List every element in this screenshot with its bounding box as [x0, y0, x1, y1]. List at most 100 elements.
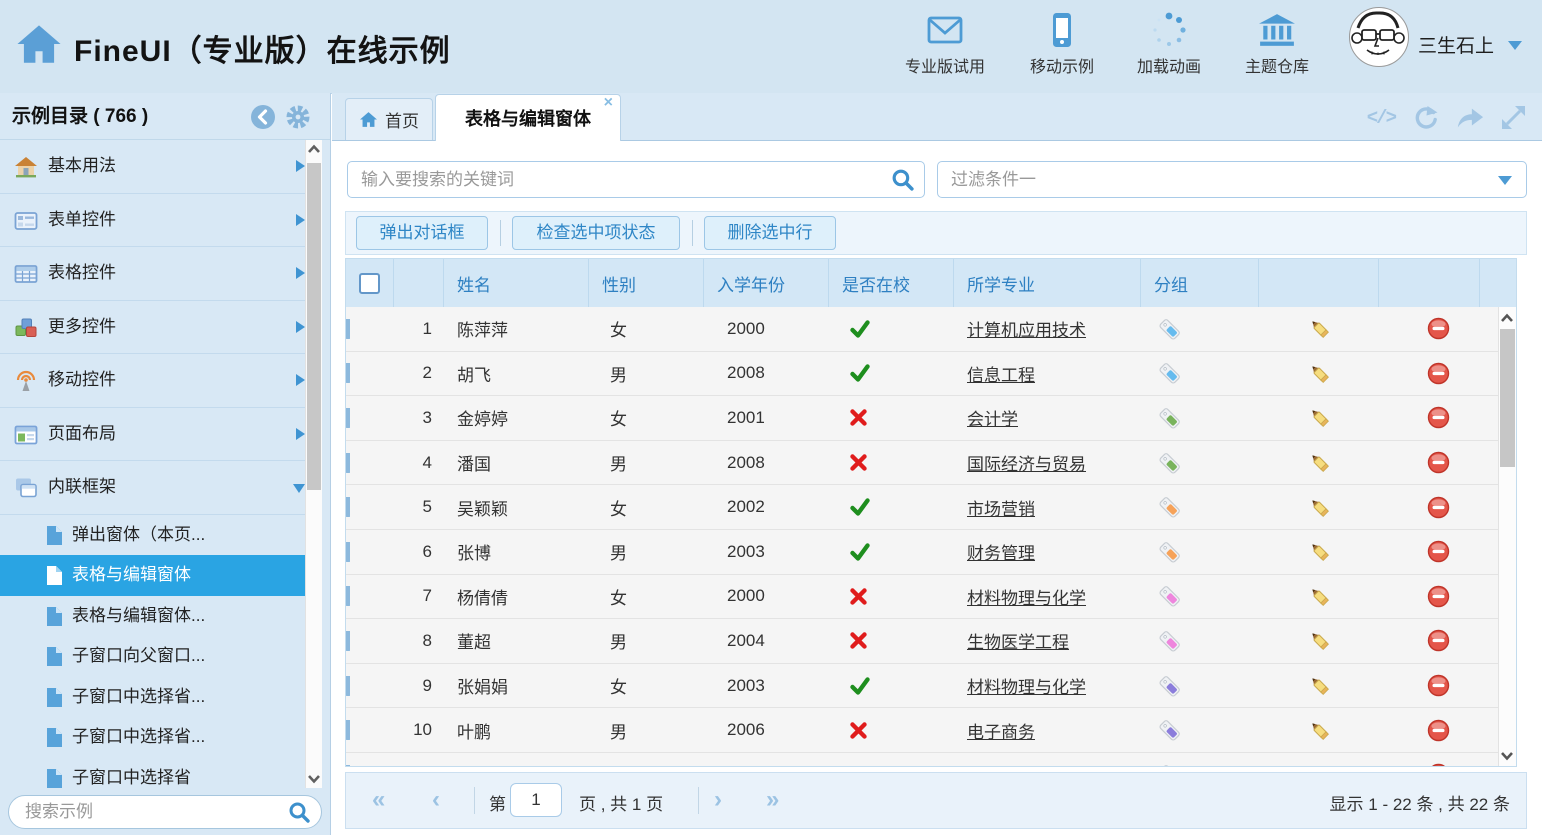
delete-icon[interactable]	[1427, 674, 1450, 697]
tab-home[interactable]: 首页	[345, 98, 433, 140]
table-row[interactable]: 3 金婷婷 女 2001 会计学	[346, 396, 1498, 441]
prev-page-button[interactable]: ‹	[432, 786, 440, 814]
sidebar-search-input[interactable]	[8, 795, 322, 829]
row-checkbox[interactable]	[346, 676, 350, 696]
major-link[interactable]: 计算机应用技术	[967, 321, 1086, 340]
delete-icon[interactable]	[1427, 629, 1450, 652]
sidebar-subitem[interactable]: 子窗口中选择省...	[0, 677, 305, 718]
share-icon[interactable]	[1456, 106, 1484, 130]
nav-item-loading[interactable]: 加载动画	[1108, 9, 1230, 77]
row-checkbox[interactable]	[346, 363, 350, 383]
major-link[interactable]: 财务管理	[967, 544, 1035, 563]
tag-icon[interactable]	[1158, 451, 1182, 475]
tag-icon[interactable]	[1158, 495, 1182, 519]
sidebar-item-layout[interactable]: 页面布局	[0, 408, 305, 462]
edit-icon[interactable]	[1308, 674, 1331, 697]
table-row[interactable]: 1 陈萍萍 女 2000 计算机应用技术	[346, 307, 1498, 352]
row-checkbox[interactable]	[346, 408, 350, 428]
sidebar-item-more[interactable]: 更多控件	[0, 301, 305, 355]
major-link[interactable]: 电子商务	[967, 723, 1035, 742]
tag-icon[interactable]	[1158, 674, 1182, 698]
row-checkbox[interactable]	[346, 453, 350, 473]
delete-icon[interactable]	[1427, 406, 1450, 429]
header-year[interactable]: 入学年份	[704, 259, 829, 307]
table-row[interactable]: 2 胡飞 男 2008 信息工程	[346, 352, 1498, 397]
edit-icon[interactable]	[1308, 496, 1331, 519]
table-row[interactable]: 11 杨晓晓 女 2002 管理科学	[346, 753, 1498, 766]
major-link[interactable]: 生物医学工程	[967, 633, 1069, 652]
table-row[interactable]: 6 张博 男 2003 财务管理	[346, 530, 1498, 575]
edit-icon[interactable]	[1308, 763, 1331, 766]
scroll-down-icon[interactable]	[1499, 747, 1515, 765]
sidebar-item-grid[interactable]: 表格控件	[0, 247, 305, 301]
sidebar-subitem-selected[interactable]: 表格与编辑窗体	[0, 555, 305, 596]
scrollbar-thumb[interactable]	[307, 163, 321, 490]
tag-icon[interactable]	[1158, 317, 1182, 341]
nav-item-trial[interactable]: 专业版试用	[884, 9, 1006, 77]
scroll-down-icon[interactable]	[306, 770, 322, 788]
delete-icon[interactable]	[1427, 585, 1450, 608]
row-checkbox[interactable]	[346, 631, 350, 651]
header-group[interactable]: 分组	[1141, 259, 1259, 307]
delete-selected-button[interactable]: 删除选中行	[704, 216, 836, 250]
major-link[interactable]: 材料物理与化学	[967, 678, 1086, 697]
page-number-input[interactable]	[510, 783, 562, 817]
nav-item-mobile[interactable]: 移动示例	[1001, 9, 1123, 77]
header-major[interactable]: 所学专业	[954, 259, 1141, 307]
grid-scrollbar[interactable]	[1498, 307, 1516, 766]
expand-icon[interactable]	[1501, 105, 1526, 130]
delete-icon[interactable]	[1427, 540, 1450, 563]
row-checkbox[interactable]	[346, 542, 350, 562]
filter-dropdown[interactable]: 过滤条件一	[937, 161, 1527, 198]
delete-icon[interactable]	[1427, 362, 1450, 385]
tag-icon[interactable]	[1158, 584, 1182, 608]
table-row[interactable]: 5 吴颖颖 女 2002 市场营销	[346, 485, 1498, 530]
row-checkbox[interactable]	[346, 765, 350, 766]
tag-icon[interactable]	[1158, 406, 1182, 430]
sidebar-item-form[interactable]: 表单控件	[0, 194, 305, 248]
edit-icon[interactable]	[1308, 719, 1331, 742]
edit-icon[interactable]	[1308, 362, 1331, 385]
edit-icon[interactable]	[1308, 451, 1331, 474]
table-row[interactable]: 7 杨倩倩 女 2000 材料物理与化学	[346, 575, 1498, 620]
sidebar-subitem[interactable]: 子窗口中选择省	[0, 758, 305, 788]
sidebar-scrollbar[interactable]	[305, 140, 322, 788]
delete-icon[interactable]	[1427, 763, 1450, 766]
header-gender[interactable]: 性别	[589, 259, 704, 307]
gear-icon[interactable]	[285, 104, 311, 130]
next-page-button[interactable]: ›	[714, 786, 722, 814]
delete-icon[interactable]	[1427, 496, 1450, 519]
search-icon[interactable]	[288, 801, 311, 824]
delete-icon[interactable]	[1427, 317, 1450, 340]
check-selected-button[interactable]: 检查选中项状态	[512, 216, 680, 250]
scrollbar-thumb[interactable]	[1500, 329, 1515, 467]
sidebar-subitem[interactable]: 子窗口向父窗口...	[0, 636, 305, 677]
sidebar-item-mobile[interactable]: 移动控件	[0, 354, 305, 408]
scroll-up-icon[interactable]	[1499, 309, 1515, 327]
delete-icon[interactable]	[1427, 451, 1450, 474]
refresh-icon[interactable]	[1412, 104, 1439, 131]
row-checkbox[interactable]	[346, 319, 350, 339]
tag-icon[interactable]	[1158, 629, 1182, 653]
first-page-button[interactable]: «	[372, 786, 385, 814]
edit-icon[interactable]	[1308, 540, 1331, 563]
tag-icon[interactable]	[1158, 718, 1182, 742]
header-name[interactable]: 姓名	[444, 259, 589, 307]
major-link[interactable]: 市场营销	[967, 500, 1035, 519]
nav-item-themes[interactable]: 主题仓库	[1216, 9, 1338, 77]
table-row[interactable]: 8 董超 男 2004 生物医学工程	[346, 619, 1498, 664]
major-link[interactable]: 国际经济与贸易	[967, 455, 1086, 474]
search-icon[interactable]	[891, 168, 915, 192]
code-icon[interactable]: </>	[1367, 107, 1395, 129]
table-row[interactable]: 4 潘国 男 2008 国际经济与贸易	[346, 441, 1498, 486]
select-all-checkbox[interactable]	[359, 273, 380, 294]
delete-icon[interactable]	[1427, 719, 1450, 742]
keyword-input[interactable]	[347, 161, 925, 198]
collapse-circle-icon[interactable]	[250, 104, 276, 130]
tag-icon[interactable]	[1158, 763, 1182, 766]
header-enrolled[interactable]: 是否在校	[829, 259, 954, 307]
scroll-up-icon[interactable]	[306, 140, 322, 158]
close-icon[interactable]: ×	[604, 95, 613, 111]
edit-icon[interactable]	[1308, 585, 1331, 608]
open-dialog-button[interactable]: 弹出对话框	[356, 216, 488, 250]
